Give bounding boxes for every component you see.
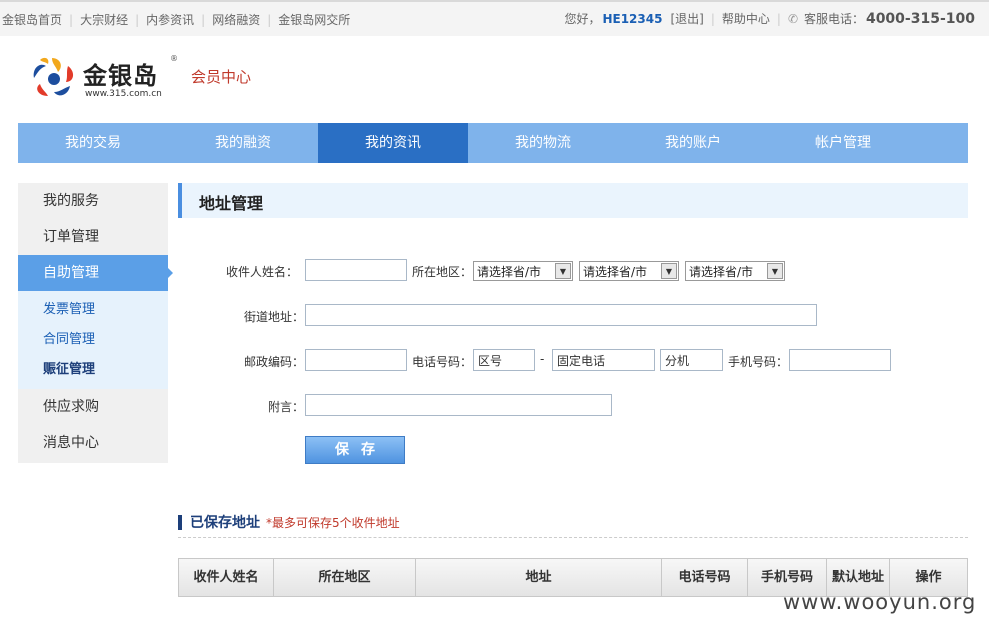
sidebar-subitem-contracts[interactable]: 合同管理 [18,325,168,355]
page-title: 地址管理 [199,194,264,213]
top-bar: 金银岛首页 | 大宗财经 | 内参资讯 | 网络融资 | 金银岛网交所 您好， … [0,0,989,36]
province-select[interactable]: 请选择省/市 ▼ [473,261,573,281]
divider: | [135,12,140,27]
street-address-input[interactable] [305,304,817,326]
saved-addresses-title: 已保存地址 [190,515,260,531]
divider: | [267,12,272,27]
phone-label: 电话号码： [412,355,473,369]
district-select-value: 请选择省/市 [689,265,754,279]
saved-addresses-note: *最多可保存5个收件地址 [266,515,400,530]
chevron-down-icon: ▼ [661,263,677,279]
sidebar-item-messages[interactable]: 消息中心 [18,425,168,461]
page-title-bar: 地址管理 [178,183,968,218]
nav-my-financing[interactable]: 我的融资 [168,123,318,163]
service-label: 客服电话： [803,12,864,26]
sidebar-subitem-invoices[interactable]: 发票管理 [18,295,168,325]
phone-dash: - [540,352,545,366]
city-select[interactable]: 请选择省/市 ▼ [579,261,679,281]
street-label: 街道地址： [244,310,305,324]
top-link-financing[interactable]: 网络融资 [212,11,260,28]
watermark: www.wooyun.org [783,590,977,614]
nav-my-news[interactable]: 我的资讯 [318,123,468,163]
member-center-title: 会员中心 [191,68,252,86]
top-link-home[interactable]: 金银岛首页 [2,11,62,28]
divider: | [776,11,781,26]
top-links: 金银岛首页 | 大宗财经 | 内参资讯 | 网络融资 | 金银岛网交所 [2,11,350,28]
sidebar-item-supply-demand[interactable]: 供应求购 [18,389,168,425]
mobile-label: 手机号码： [728,355,789,369]
sidebar-subitem-address[interactable]: 赈征管理 [18,355,168,385]
landline-input[interactable] [552,349,655,371]
greeting-text: 您好， [564,12,601,26]
remark-input[interactable] [305,394,612,416]
top-link-finance[interactable]: 大宗财经 [80,11,128,28]
divider: | [710,11,715,26]
main-nav: 我的交易 我的融资 我的资讯 我的物流 我的账户 帐户管理 [18,123,968,163]
zip-label: 邮政编码： [244,355,305,369]
sidebar-item-self-service[interactable]: 自助管理 [18,255,173,291]
recipient-label: 收件人姓名： [226,265,299,279]
province-select-value: 请选择省/市 [477,265,542,279]
column-region: 所在地区 [274,559,416,596]
phone-icon: ✆ [787,11,798,26]
nav-my-logistics[interactable]: 我的物流 [468,123,618,163]
mobile-input[interactable] [789,349,891,371]
help-center-link[interactable]: 帮助中心 [722,10,770,27]
sidebar-item-my-services[interactable]: 我的服务 [18,183,168,219]
section-marker [178,514,182,530]
city-select-value: 请选择省/市 [583,265,648,279]
top-link-insider[interactable]: 内参资讯 [146,11,194,28]
sidebar-submenu: 发票管理 合同管理 赈征管理 [18,291,168,389]
top-link-exchange[interactable]: 金银岛网交所 [278,11,350,28]
district-select[interactable]: 请选择省/市 ▼ [685,261,785,281]
extension-input[interactable] [660,349,723,371]
nav-my-trade[interactable]: 我的交易 [18,123,168,163]
divider: | [69,12,74,27]
service-phone: 4000-315-100 [865,10,975,27]
divider: | [201,12,206,27]
sidebar-item-orders[interactable]: 订单管理 [18,219,168,255]
chevron-down-icon: ▼ [767,263,783,279]
site-logo[interactable]: 金银岛 ® www.315.com.cn [30,52,180,104]
column-recipient: 收件人姓名 [179,559,274,596]
remark-label: 附言： [268,400,305,414]
area-code-input[interactable] [473,349,535,371]
username[interactable]: HE12345 [602,12,662,26]
nav-my-account[interactable]: 我的账户 [618,123,768,163]
logo-name: 金银岛 [83,62,158,90]
logout-link[interactable]: [退出] [670,10,703,27]
sidebar: 我的服务 订单管理 自助管理 发票管理 合同管理 赈征管理 供应求购 消息中心 [18,183,173,463]
divider [178,537,968,538]
column-phone: 电话号码 [662,559,748,596]
chevron-down-icon: ▼ [555,263,571,279]
nav-account-management[interactable]: 帐户管理 [768,123,918,163]
user-area: 您好， HE12345 [退出] | 帮助中心 | ✆ 客服电话： 4000-3… [564,10,975,27]
zip-code-input[interactable] [305,349,407,371]
logo-registered-mark: ® [170,54,178,63]
saved-addresses-header: 已保存地址 *最多可保存5个收件地址 [178,512,400,532]
logo-mark-icon [33,57,74,96]
recipient-name-input[interactable] [305,259,407,281]
logo-url: www.315.com.cn [85,89,162,99]
region-label: 所在地区： [412,265,473,279]
column-address: 地址 [416,559,662,596]
save-button[interactable]: 保存 [305,436,405,464]
